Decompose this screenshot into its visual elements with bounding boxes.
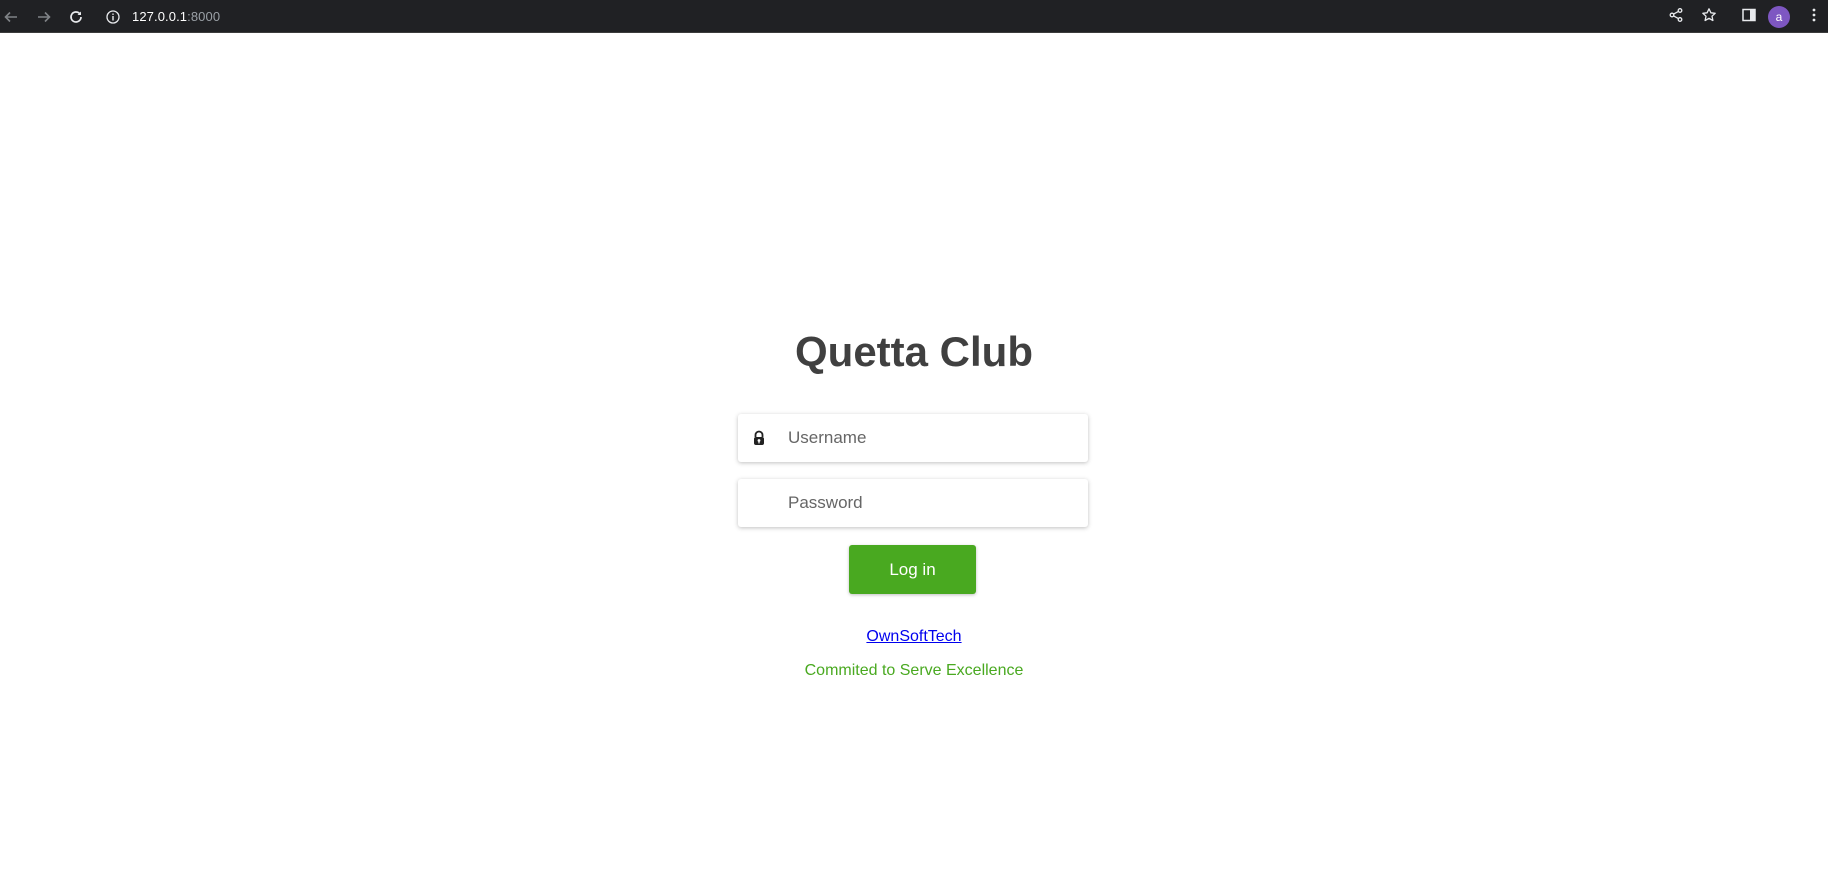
username-input[interactable] <box>788 414 1078 462</box>
side-panel-icon <box>1741 7 1757 28</box>
username-field[interactable] <box>738 414 1088 462</box>
ownsofttech-link[interactable]: OwnSoftTech <box>866 628 961 645</box>
reload-button[interactable] <box>65 6 87 28</box>
star-icon <box>1701 7 1717 28</box>
lock-icon <box>752 430 766 446</box>
arrow-left-icon <box>3 9 19 25</box>
browser-toolbar: 127.0.0.1:8000 a <box>0 0 1828 33</box>
info-icon[interactable] <box>105 9 121 25</box>
address-bar[interactable]: 127.0.0.1:8000 <box>132 9 220 24</box>
share-button[interactable] <box>1666 7 1686 27</box>
password-field[interactable] <box>738 479 1088 527</box>
arrow-right-icon <box>36 9 52 25</box>
share-icon <box>1668 7 1684 28</box>
tagline: Commited to Serve Excellence <box>804 662 1024 679</box>
profile-avatar[interactable]: a <box>1768 6 1790 28</box>
brand-link-row: OwnSoftTech <box>0 628 1828 646</box>
side-panel-button[interactable] <box>1739 7 1759 27</box>
url-port: :8000 <box>187 9 221 24</box>
forward-button[interactable] <box>33 6 55 28</box>
login-page <box>0 33 1828 891</box>
bookmark-button[interactable] <box>1699 7 1719 27</box>
page-title: Quetta Club <box>795 328 1033 375</box>
url-host: 127.0.0.1 <box>132 9 188 24</box>
browser-menu-button[interactable] <box>1804 7 1824 27</box>
reload-icon <box>68 9 84 25</box>
password-input[interactable] <box>788 479 1078 527</box>
login-button[interactable]: Log in <box>849 545 976 594</box>
back-button[interactable] <box>0 6 22 28</box>
kebab-menu-icon <box>1806 7 1822 28</box>
